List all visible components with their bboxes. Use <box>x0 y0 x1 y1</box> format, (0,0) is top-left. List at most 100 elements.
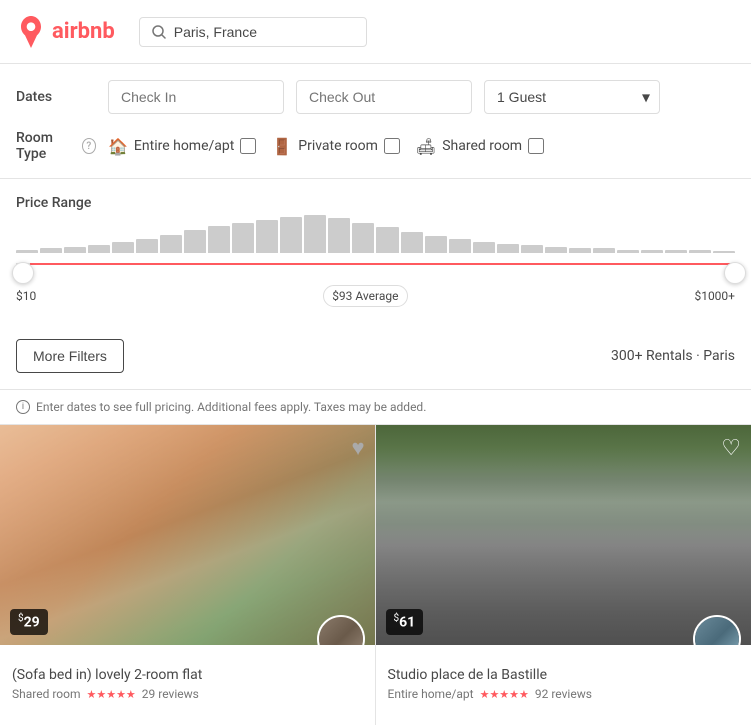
histogram-bar <box>64 247 86 253</box>
help-icon[interactable]: ? <box>82 138 96 154</box>
filters-section: Dates 1 Guest 2 Guests 3 Guests 4 Guests… <box>0 64 751 179</box>
price-range-label: Price Range <box>16 195 735 211</box>
room-options: 🏠 Entire home/apt 🚪 Private room 🛋 Share… <box>108 137 544 156</box>
entire-checkbox[interactable] <box>240 138 256 154</box>
listing-title-1: (Sofa bed in) lovely 2-room flat <box>12 667 363 683</box>
shared-checkbox[interactable] <box>528 138 544 154</box>
guest-select[interactable]: 1 Guest 2 Guests 3 Guests 4 Guests 5+ Gu… <box>484 80 660 114</box>
room-type-row: Room Type ? 🏠 Entire home/apt 🚪 Private … <box>16 130 735 162</box>
price-value-2: 61 <box>399 615 415 631</box>
more-filters-bar: More Filters 300+ Rentals · Paris <box>0 323 751 390</box>
room-option-entire-label: Entire home/apt <box>134 138 234 154</box>
price-badge-1: $29 <box>10 609 48 635</box>
histogram-bar <box>184 230 206 253</box>
histogram-bar <box>401 232 423 253</box>
heart-filled-icon: ♥ <box>351 435 364 460</box>
stars-2: ★★★★★ <box>480 688 529 701</box>
histogram-bar <box>473 242 495 253</box>
slider-thumb-max[interactable] <box>724 262 746 284</box>
guest-select-wrap: 1 Guest 2 Guests 3 Guests 4 Guests 5+ Gu… <box>484 80 660 114</box>
rentals-count: 300+ Rentals · Paris <box>611 348 735 364</box>
search-bar[interactable] <box>139 17 367 47</box>
listing-subtitle-1: Shared room ★★★★★ 29 reviews <box>12 687 363 701</box>
dates-label: Dates <box>16 89 96 105</box>
slider-fill <box>30 263 735 265</box>
more-filters-button[interactable]: More Filters <box>16 339 124 373</box>
histogram-bar <box>40 248 62 253</box>
listing-type-2: Entire home/apt <box>388 687 474 701</box>
listings-grid: ♥ $29 (Sofa bed in) lovely 2-room flat S… <box>0 425 751 725</box>
couch-icon: 🛋 <box>416 137 436 156</box>
checkout-input[interactable] <box>296 80 472 114</box>
histogram <box>16 213 735 253</box>
histogram-bar <box>425 236 447 253</box>
room-option-entire[interactable]: 🏠 Entire home/apt <box>108 137 256 156</box>
door-icon: 🚪 <box>272 137 292 156</box>
search-icon <box>152 25 166 39</box>
price-badge-2: $61 <box>386 609 424 635</box>
listing-card-2[interactable]: ♡ $61 Studio place de la Bastille Entire… <box>376 425 751 725</box>
histogram-bar <box>665 250 687 253</box>
histogram-bar <box>304 215 326 253</box>
histogram-bar <box>352 223 374 253</box>
price-max-label: $1000+ <box>694 289 735 303</box>
listing-image-1 <box>0 425 375 645</box>
reviews-2: 92 reviews <box>535 687 592 701</box>
logo-text: airbnb <box>52 19 115 44</box>
histogram-bar <box>569 248 591 253</box>
home-icon: 🏠 <box>108 137 128 156</box>
favorite-button-1[interactable]: ♥ <box>351 435 364 461</box>
listing-title-2: Studio place de la Bastille <box>388 667 740 683</box>
logo-area[interactable]: airbnb <box>16 16 115 48</box>
histogram-bar <box>593 248 615 253</box>
histogram-bar <box>112 242 134 253</box>
histogram-bar <box>689 250 711 253</box>
price-labels: $10 $93 Average $1000+ <box>16 281 735 323</box>
histogram-bar <box>497 244 519 253</box>
slider-thumb-min[interactable] <box>12 262 34 284</box>
heart-outline-icon: ♡ <box>721 435 741 460</box>
price-avg-label: $93 Average <box>323 285 407 307</box>
private-checkbox[interactable] <box>384 138 400 154</box>
histogram-bar <box>136 239 158 253</box>
info-icon: i <box>16 400 30 414</box>
listing-info-1: (Sofa bed in) lovely 2-room flat Shared … <box>0 645 375 709</box>
room-type-label: Room Type ? <box>16 130 96 162</box>
reviews-1: 29 reviews <box>142 687 199 701</box>
room-option-private[interactable]: 🚪 Private room <box>272 137 400 156</box>
listing-image-wrap-1: ♥ $29 <box>0 425 375 645</box>
price-min-label: $10 <box>16 289 36 303</box>
histogram-bar <box>376 227 398 253</box>
room-option-shared[interactable]: 🛋 Shared room <box>416 137 544 156</box>
histogram-bar <box>545 247 567 253</box>
slider-track <box>16 263 735 265</box>
airbnb-logo-icon <box>16 16 46 48</box>
slider-container <box>16 223 735 273</box>
listing-info-2: Studio place de la Bastille Entire home/… <box>376 645 751 709</box>
histogram-bar <box>256 220 278 253</box>
histogram-bar <box>232 223 254 253</box>
search-input[interactable] <box>174 24 354 40</box>
room-option-private-label: Private room <box>298 138 378 154</box>
histogram-bar <box>521 245 543 253</box>
histogram-bar <box>449 239 471 253</box>
price-value-1: 29 <box>24 615 40 631</box>
histogram-bar <box>16 250 38 253</box>
checkin-input[interactable] <box>108 80 284 114</box>
avatar-image-2 <box>695 617 739 645</box>
avatar-image-1 <box>319 617 363 645</box>
price-range-section: Price Range $10 $93 Average $1000+ <box>0 179 751 323</box>
listing-type-1: Shared room <box>12 687 80 701</box>
histogram-bar <box>713 251 735 253</box>
room-option-shared-label: Shared room <box>442 138 522 154</box>
listing-image-wrap-2: ♡ $61 <box>376 425 751 645</box>
histogram-bar <box>617 250 639 253</box>
stars-1: ★★★★★ <box>86 688 135 701</box>
histogram-bar <box>160 235 182 253</box>
dates-row: Dates 1 Guest 2 Guests 3 Guests 4 Guests… <box>16 80 735 114</box>
favorite-button-2[interactable]: ♡ <box>721 435 741 461</box>
pricing-notice: i Enter dates to see full pricing. Addit… <box>0 390 751 425</box>
histogram-bar <box>208 226 230 253</box>
histogram-bar <box>328 218 350 253</box>
listing-card[interactable]: ♥ $29 (Sofa bed in) lovely 2-room flat S… <box>0 425 376 725</box>
